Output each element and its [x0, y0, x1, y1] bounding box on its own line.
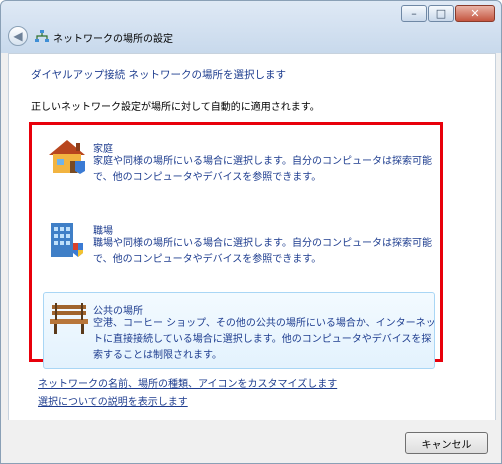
caption-buttons: – □ ✕: [401, 5, 495, 22]
customize-link[interactable]: ネットワークの名前、場所の種類、アイコンをカスタマイズします: [38, 375, 337, 390]
minimize-button[interactable]: –: [401, 5, 427, 22]
close-button[interactable]: ✕: [455, 5, 495, 22]
option-home-title[interactable]: 家庭: [93, 140, 113, 155]
option-work-text[interactable]: 職場や同様の場所にいる場合に選択します。自分のコンピュータは探索可能で、他のコン…: [93, 236, 438, 268]
page-heading: ダイヤルアップ接続 ネットワークの場所を選択します: [31, 69, 287, 81]
back-arrow-icon: ◀: [13, 29, 23, 43]
option-home-text[interactable]: 家庭や同様の場所にいる場合に選択します。自分のコンピュータは探索可能で、他のコン…: [93, 154, 438, 186]
option-work-title[interactable]: 職場: [93, 222, 113, 237]
maximize-button[interactable]: □: [428, 5, 454, 22]
explain-link[interactable]: 選択についての説明を表示します: [38, 393, 188, 408]
house-icon: [49, 140, 85, 174]
network-icon: [35, 30, 49, 42]
dialog-window: – □ ✕ ◀ ネットワークの場所の設定 ダイヤルアップ接続 ネットワークの場所…: [0, 0, 502, 464]
office-building-icon: [51, 223, 83, 257]
page-description: 正しいネットワーク設定が場所に対して自動的に適用されます。: [31, 102, 320, 113]
option-public-text[interactable]: 空港、コーヒー ショップ、その他の公共の場所にいる場合か、インターネットに直接接…: [93, 316, 438, 364]
park-bench-icon: [50, 303, 88, 334]
back-button[interactable]: ◀: [8, 26, 28, 46]
cancel-button[interactable]: キャンセル: [405, 432, 488, 454]
option-public-title[interactable]: 公共の場所: [93, 302, 143, 317]
window-title: ネットワークの場所の設定: [53, 34, 173, 45]
